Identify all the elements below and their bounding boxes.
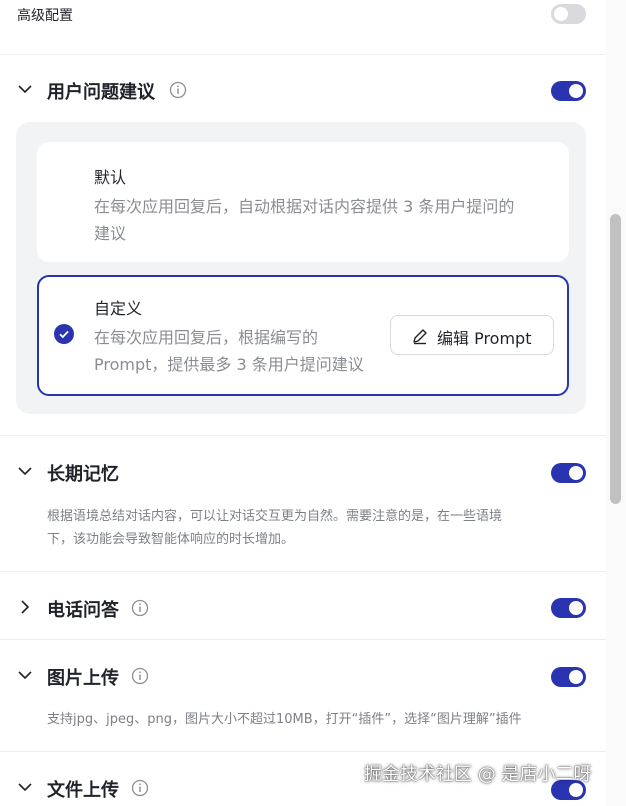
divider xyxy=(0,54,606,55)
watermark: 掘金技术社区 @ 是店小二呀 xyxy=(364,764,592,785)
option-default-desc-line1: 在每次应用回复后，自动根据对话内容提供 3 条用户提问的 xyxy=(94,197,515,216)
phone-title: 电话问答 xyxy=(47,600,119,621)
chevron-down-icon[interactable] xyxy=(16,778,34,796)
advanced-config-label: 高级配置 xyxy=(17,8,73,24)
settings-panel: 高级配置 用户问题建议 默认 在每次应用回复后，自动根据对话内容提供 3 条用户… xyxy=(0,0,606,806)
option-default-title: 默认 xyxy=(94,168,127,187)
toggle-knob xyxy=(569,466,583,480)
option-custom[interactable]: 自定义 在每次应用回复后，根据编写的 Prompt，提供最多 3 条用户提问建议… xyxy=(37,275,569,396)
suggestions-toggle[interactable] xyxy=(551,81,586,101)
edit-prompt-button[interactable]: 编辑 Prompt xyxy=(390,315,554,355)
scrollbar-thumb[interactable] xyxy=(610,214,621,504)
check-mark-icon xyxy=(59,330,69,339)
pencil-icon xyxy=(413,329,427,345)
divider xyxy=(0,435,606,436)
suggestions-title: 用户问题建议 xyxy=(47,82,155,103)
info-icon[interactable] xyxy=(169,81,187,99)
divider xyxy=(0,639,606,640)
image-upload-desc: 支持jpg、jpeg、png，图片大小不超过10MB，打开“插件”，选择“图片理… xyxy=(47,712,522,727)
memory-title: 长期记忆 xyxy=(47,464,119,485)
memory-desc-line1: 根据语境总结对话内容，可以让对话交互更为自然。需要注意的是，在一些语境 xyxy=(47,509,503,524)
option-custom-title: 自定义 xyxy=(94,299,143,318)
image-upload-toggle[interactable] xyxy=(551,667,586,687)
chevron-down-icon[interactable] xyxy=(16,666,34,684)
phone-toggle[interactable] xyxy=(551,598,586,618)
check-icon xyxy=(54,324,74,344)
option-default-desc-line2: 建议 xyxy=(94,224,127,243)
divider xyxy=(0,751,606,752)
memory-toggle[interactable] xyxy=(551,463,586,483)
option-default[interactable]: 默认 在每次应用回复后，自动根据对话内容提供 3 条用户提问的 建议 xyxy=(37,142,569,262)
suggestion-options: 默认 在每次应用回复后，自动根据对话内容提供 3 条用户提问的 建议 自定义 在… xyxy=(16,122,586,414)
toggle-knob xyxy=(569,670,583,684)
info-icon[interactable] xyxy=(131,599,149,617)
toggle-knob xyxy=(569,601,583,615)
edit-prompt-label: 编辑 Prompt xyxy=(437,329,532,348)
chevron-down-icon[interactable] xyxy=(16,462,34,480)
chevron-down-icon[interactable] xyxy=(16,80,34,98)
image-upload-title: 图片上传 xyxy=(47,668,119,689)
chevron-right-icon[interactable] xyxy=(16,598,34,616)
option-custom-desc-line1: 在每次应用回复后，根据编写的 xyxy=(94,328,319,347)
info-icon[interactable] xyxy=(131,779,149,797)
option-custom-desc-line2: Prompt，提供最多 3 条用户提问建议 xyxy=(94,355,364,374)
toggle-knob xyxy=(569,84,583,98)
info-icon[interactable] xyxy=(131,667,149,685)
memory-desc-line2: 下，该功能会导致智能体响应的时长增加。 xyxy=(47,532,295,547)
advanced-config-toggle[interactable] xyxy=(551,4,586,24)
file-upload-title: 文件上传 xyxy=(47,780,119,801)
divider xyxy=(0,571,606,572)
toggle-knob xyxy=(554,7,568,21)
